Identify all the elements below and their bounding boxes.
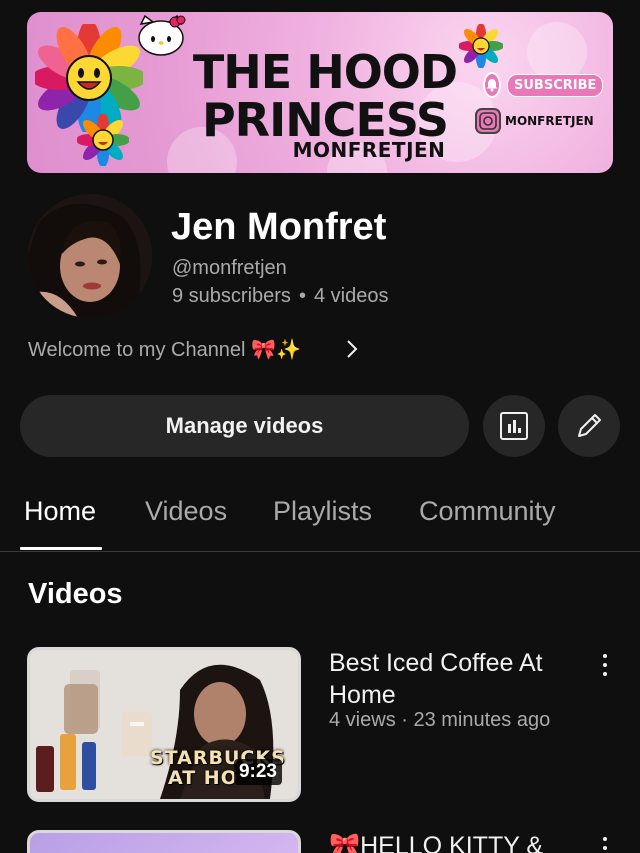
banner-title-line2: PRINCESS [201,93,449,147]
bell-icon [483,72,501,98]
video-meta: 4 views · 23 minutes ago [329,709,551,731]
video-title[interactable]: 🎀HELLO KITTY & [329,830,589,853]
channel-name: Jen Monfret [171,206,387,248]
chevron-right-icon[interactable] [340,337,364,361]
channel-description-text: Welcome to my Channel 🎀✨ [28,339,301,361]
channel-stats: 9 subscribers • 4 videos [172,285,388,308]
rainbow-flower-icon [77,114,129,166]
instagram-icon [475,108,501,134]
banner-instagram-handle: MONFRETJEN [505,114,594,128]
stats-separator: • [298,285,306,307]
video-title[interactable]: Best Iced Coffee At Home [329,647,589,711]
banner-title: THE HOOD PRINCESS [145,48,505,144]
subscriber-count: 9 subscribers [172,285,291,307]
channel-handle: @monfretjen [172,257,287,279]
tab-home[interactable]: Home [24,496,96,527]
video-count: 4 videos [313,285,389,307]
banner-subscribe-label: SUBSCRIBE [507,73,604,97]
channel-description[interactable]: Welcome to my Channel 🎀✨ [28,337,301,362]
banner-subscribe-badge: SUBSCRIBE [483,72,604,98]
edit-channel-button[interactable] [558,395,620,457]
banner-subtitle: MONFRETJEN [292,138,446,162]
analytics-icon [500,412,528,440]
more-options-icon[interactable] [596,835,614,853]
analytics-button[interactable] [483,395,545,457]
active-tab-indicator [20,547,102,550]
banner-title-line1: THE HOOD [192,45,458,99]
section-title: Videos [28,578,123,610]
channel-avatar[interactable] [28,194,152,318]
pencil-icon [578,414,601,437]
video-duration: 9:23 [233,759,282,785]
tab-playlists[interactable]: Playlists [273,496,372,527]
tab-videos[interactable]: Videos [145,496,227,527]
tab-community[interactable]: Community [419,496,556,527]
channel-banner: THE HOOD PRINCESS MONFRETJEN SUBSCRIBE M… [27,12,613,173]
manage-videos-label: Manage videos [165,413,324,438]
video-thumbnail[interactable] [27,830,301,853]
video-thumbnail[interactable]: STARBUCKS AT HO 9:23 [27,647,301,802]
banner-instagram-badge: MONFRETJEN [475,108,594,134]
channel-tabs: Home Videos Playlists Community [0,490,640,552]
more-options-icon[interactable] [596,652,614,678]
manage-videos-button[interactable]: Manage videos [20,395,469,457]
